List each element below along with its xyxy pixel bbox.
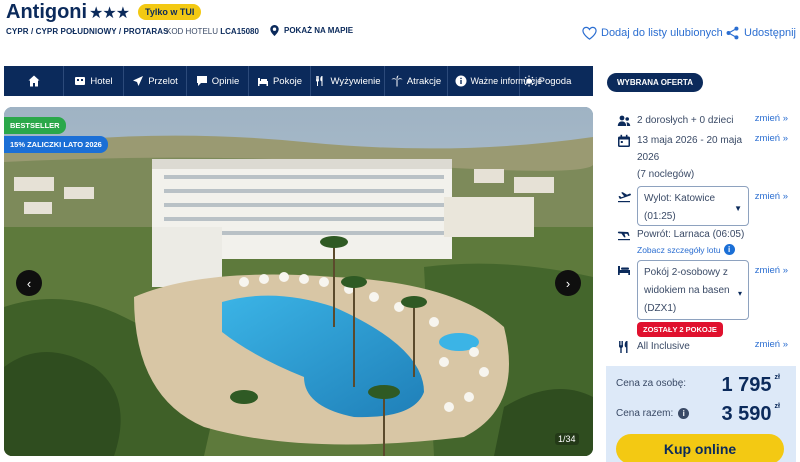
change-dates-link[interactable]: zmień » bbox=[755, 133, 788, 144]
hotel-photo bbox=[4, 107, 593, 456]
price-box: Cena za osobę: 1 795 zł Cena razem: i 3 5… bbox=[606, 366, 796, 462]
nav-attractions-label: Atrakcje bbox=[406, 75, 442, 87]
change-guests-link[interactable]: zmień » bbox=[755, 113, 788, 124]
hotel-code: KOD HOTELU LCA15080 bbox=[166, 27, 259, 36]
hotel-code-label: KOD HOTELU bbox=[166, 27, 219, 36]
breadcrumb-location[interactable]: CYPR / CYPR POŁUDNIOWY / PROTARAS bbox=[6, 27, 169, 36]
nav-weather[interactable]: Pogoda bbox=[520, 66, 574, 96]
caret-down-icon: ▾ bbox=[737, 289, 742, 298]
nav-home[interactable] bbox=[4, 66, 64, 96]
rooms-left-badge: ZOSTAŁY 2 POKOJE bbox=[637, 322, 723, 337]
nav-attractions[interactable]: Atrakcje bbox=[385, 66, 448, 96]
flight-details-label: Zobacz szczegóły lotu bbox=[637, 244, 721, 255]
calendar-icon bbox=[617, 134, 631, 148]
cutlery-icon bbox=[316, 76, 323, 86]
room-value: Pokój 2-osobowy z widokiem na basen (DZX… bbox=[644, 267, 730, 314]
nights-text: (7 noclegów) bbox=[637, 169, 695, 180]
return-plane-icon bbox=[617, 228, 631, 242]
star-rating: ★★★ bbox=[89, 5, 130, 22]
info-icon: i bbox=[723, 244, 735, 255]
map-pin-icon bbox=[270, 25, 279, 36]
hotel-code-value: LCA15080 bbox=[220, 27, 259, 36]
home-icon bbox=[28, 75, 39, 87]
price-total-label: Cena razem: bbox=[616, 408, 674, 419]
chevron-left-icon: ‹ bbox=[26, 275, 32, 291]
gallery-prev-button[interactable]: ‹ bbox=[16, 270, 42, 296]
price-per-person-label: Cena za osobę: bbox=[616, 378, 687, 389]
currency-label: zł bbox=[774, 403, 780, 410]
nav-hotel-label: Hotel bbox=[90, 75, 113, 87]
guests-text: 2 dorosłych + 0 dzieci bbox=[637, 115, 734, 126]
bestseller-badge: BESTSELLER bbox=[4, 117, 66, 134]
chevron-right-icon: › bbox=[565, 275, 571, 291]
show-on-map-label: POKAŻ NA MAPIE bbox=[284, 26, 354, 35]
change-room-link[interactable]: zmień » bbox=[755, 265, 788, 276]
nav-reviews[interactable]: Opinie bbox=[187, 66, 249, 96]
flight-details-link[interactable]: Zobacz szczegóły lotu i bbox=[637, 244, 735, 255]
show-on-map-link[interactable]: POKAŻ NA MAPIE bbox=[270, 25, 353, 36]
section-nav: Hotel Przelot Opinie Pokoje Wyżywienie A… bbox=[4, 66, 593, 96]
guests-icon bbox=[617, 114, 631, 128]
add-to-favorites-link[interactable]: Dodaj do listy ulubionych bbox=[582, 26, 723, 40]
info-icon[interactable]: i bbox=[678, 408, 690, 419]
return-text: Powrót: Larnaca (06:05) bbox=[637, 229, 745, 240]
palm-icon bbox=[391, 75, 403, 87]
info-icon bbox=[455, 75, 466, 87]
heart-icon bbox=[582, 26, 597, 40]
nav-important-info-label: Ważne informacje bbox=[470, 76, 543, 86]
speech-bubble-icon bbox=[196, 76, 207, 86]
nav-board[interactable]: Wyżywienie bbox=[311, 66, 385, 96]
price-per-person: 1 795 zł bbox=[721, 374, 780, 397]
nav-flight-label: Przelot bbox=[148, 75, 178, 87]
nav-weather-label: Pogoda bbox=[538, 75, 572, 87]
nav-board-label: Wyżywienie bbox=[330, 75, 381, 87]
hotel-icon bbox=[75, 77, 86, 85]
photo-gallery[interactable]: BESTSELLER 15% ZALICZKI LATO 2026 ‹ › 1/… bbox=[4, 107, 593, 456]
caret-down-icon: ▼ bbox=[734, 204, 742, 213]
price-total-value: 3 590 bbox=[721, 403, 772, 425]
bed-icon bbox=[617, 263, 631, 277]
nav-rooms-label: Pokoje bbox=[272, 75, 303, 87]
share-icon bbox=[726, 26, 739, 40]
departure-select[interactable]: Wylot: Katowice (01:25) ▼ bbox=[637, 186, 749, 226]
add-to-favorites-label: Dodaj do listy ulubionych bbox=[601, 27, 723, 39]
hotel-title: Antigoni bbox=[6, 1, 88, 23]
nav-flight[interactable]: Przelot bbox=[124, 66, 187, 96]
board-text: All Inclusive bbox=[637, 341, 690, 352]
share-link[interactable]: Udostępnij bbox=[725, 26, 796, 40]
promo-badge: 15% ZALICZKI LATO 2026 bbox=[4, 136, 108, 153]
cutlery-icon bbox=[617, 340, 631, 354]
currency-label: zł bbox=[774, 374, 780, 381]
sun-icon bbox=[523, 75, 535, 87]
gallery-next-button[interactable]: › bbox=[555, 270, 581, 296]
photo-counter: 1/34 bbox=[555, 433, 579, 445]
price-total: 3 590 zł bbox=[721, 403, 780, 426]
room-select[interactable]: Pokój 2-osobowy z widokiem na basen (DZX… bbox=[637, 260, 749, 320]
plane-icon bbox=[133, 76, 144, 86]
departure-value: Wylot: Katowice (01:25) bbox=[644, 193, 716, 222]
tui-exclusive-badge: Tylko w TUI bbox=[138, 4, 202, 20]
selected-offer-heading: WYBRANA OFERTA bbox=[607, 73, 703, 92]
bed-icon bbox=[257, 78, 268, 86]
offer-sidebar: WYBRANA OFERTA 2 dorosłych + 0 dzieci zm… bbox=[606, 66, 796, 358]
dates-text: 13 maja 2026 - 20 maja 2026 bbox=[637, 135, 743, 163]
share-label: Udostępnij bbox=[744, 27, 796, 39]
change-board-link[interactable]: zmień » bbox=[755, 339, 788, 350]
nav-reviews-label: Opinie bbox=[211, 75, 240, 87]
price-total-label-group: Cena razem: i bbox=[616, 408, 690, 419]
buy-online-button[interactable]: Kup online bbox=[616, 434, 784, 462]
nav-rooms[interactable]: Pokoje bbox=[249, 66, 311, 96]
nav-hotel[interactable]: Hotel bbox=[64, 66, 124, 96]
nav-important-info[interactable]: Ważne informacje bbox=[448, 66, 543, 96]
change-flight-link[interactable]: zmień » bbox=[755, 191, 788, 202]
price-per-person-value: 1 795 bbox=[721, 374, 772, 396]
departure-plane-icon bbox=[617, 190, 631, 204]
